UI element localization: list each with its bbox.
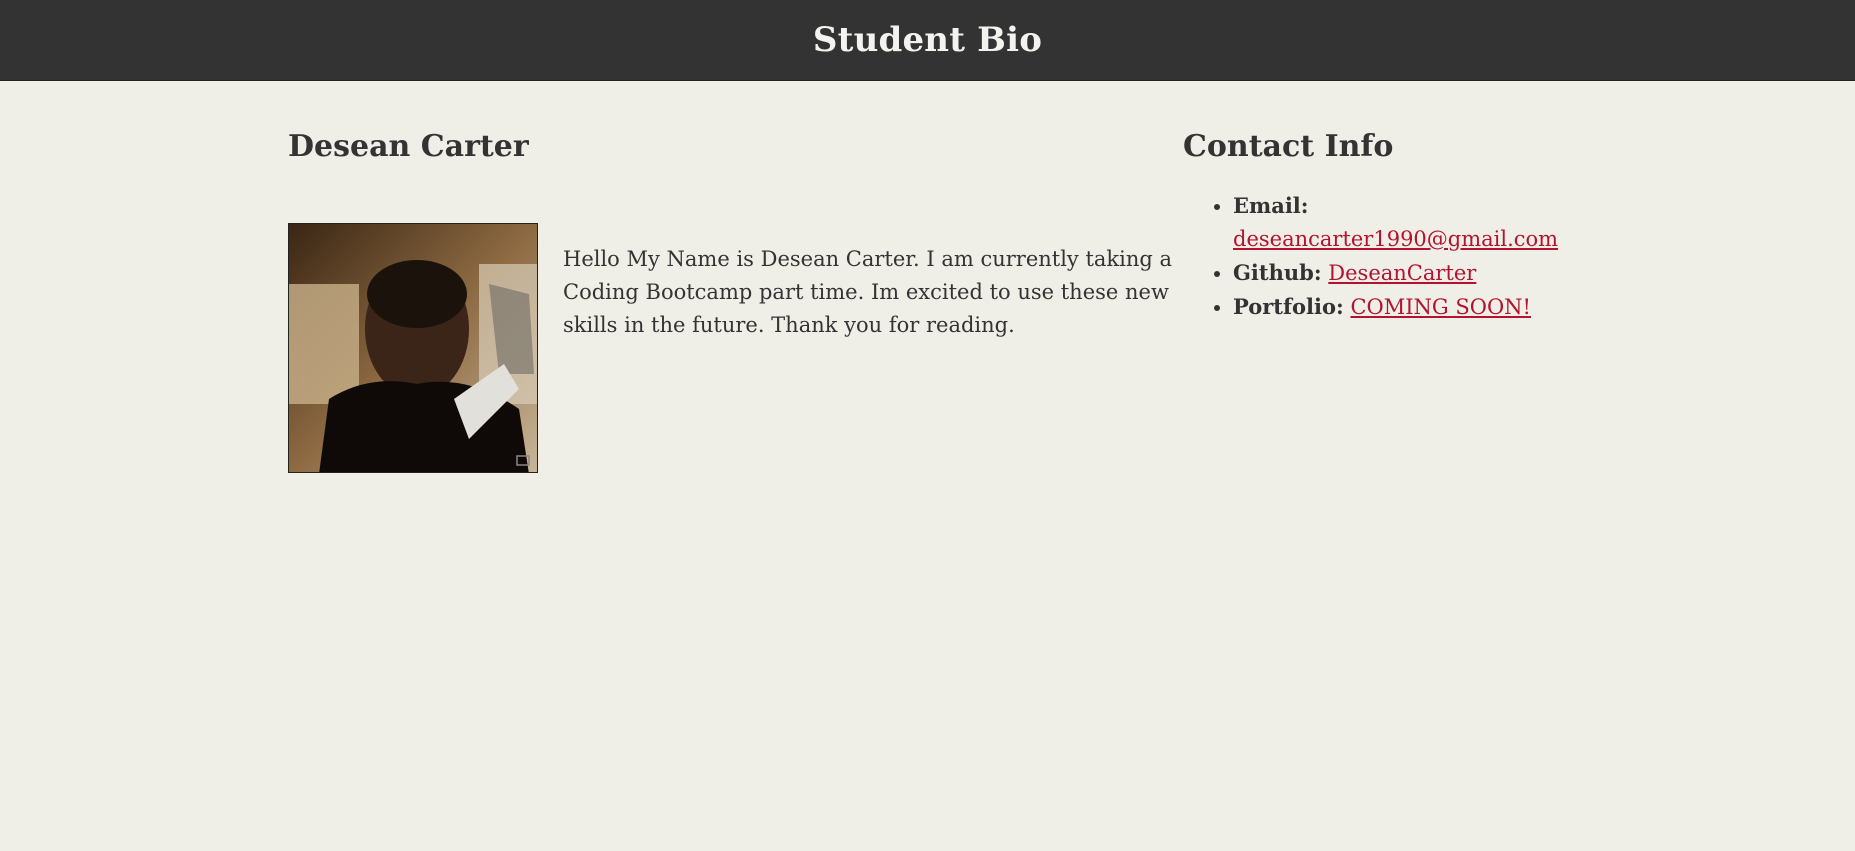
bio-paragraph: Hello My Name is Desean Carter. I am cur… xyxy=(563,247,1173,337)
email-link[interactable]: deseancarter1990@gmail.com xyxy=(1233,227,1558,251)
main-content: Desean Carter Hello My Name is Desean Ca… xyxy=(0,81,1855,851)
student-name: Desean Carter xyxy=(288,129,529,164)
profile-photo-image xyxy=(289,224,537,472)
contact-item-email: Email: deseancarter1990@gmail.com xyxy=(1233,189,1633,256)
contact-item-github: Github: DeseanCarter xyxy=(1233,256,1633,290)
profile-photo xyxy=(288,223,538,473)
page-header: Student Bio xyxy=(0,0,1855,81)
portfolio-label: Portfolio: xyxy=(1233,294,1344,319)
contact-title: Contact Info xyxy=(1183,129,1394,164)
github-link[interactable]: DeseanCarter xyxy=(1328,261,1476,285)
portfolio-link[interactable]: COMING SOON! xyxy=(1350,295,1531,319)
contact-list: Email: deseancarter1990@gmail.com Github… xyxy=(1183,189,1633,324)
contact-item-portfolio: Portfolio: COMING SOON! xyxy=(1233,290,1633,324)
email-label: Email: xyxy=(1233,193,1309,218)
page-title: Student Bio xyxy=(812,20,1043,60)
github-label: Github: xyxy=(1233,260,1322,285)
